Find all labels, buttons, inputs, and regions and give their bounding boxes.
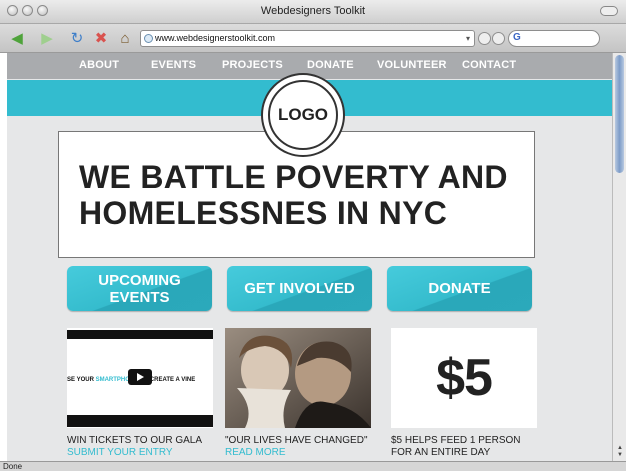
forward-arrow-icon[interactable]: ▶ (38, 29, 56, 47)
stop-icon[interactable]: ✖ (92, 29, 110, 47)
window-titlebar: Webdesigners Toolkit (0, 0, 626, 24)
google-icon: G (513, 32, 521, 43)
url-text: www.webdesignerstoolkit.com (155, 33, 276, 43)
read-more-link[interactable]: READ MORE (225, 447, 368, 459)
nav-item-projects[interactable]: PROJECTS (222, 59, 283, 71)
family-photo (225, 328, 371, 428)
nav-item-donate[interactable]: DONATE (307, 59, 354, 71)
window-title: Webdesigners Toolkit (260, 5, 366, 17)
status-bar: Done (0, 461, 626, 471)
browser-toolbar: ◀ ▶ ↻ ✖ ⌂ www.webdesignerstoolkit.com ▾ … (0, 24, 626, 53)
globe-icon (144, 34, 153, 43)
donate-button[interactable]: DONATE (387, 266, 532, 311)
submit-entry-link[interactable]: SUBMIT YOUR ENTRY (67, 447, 202, 459)
upcoming-events-button[interactable]: UPCOMING EVENTS (67, 266, 212, 311)
chevron-down-icon[interactable]: ▾ (466, 31, 470, 46)
logo-text: LOGO (268, 80, 338, 150)
scrollbar-thumb[interactable] (615, 55, 624, 173)
card-caption-gala: WIN TICKETS TO OUR GALA SUBMIT YOUR ENTR… (67, 435, 202, 459)
reload-icon[interactable]: ↻ (68, 29, 86, 47)
home-icon[interactable]: ⌂ (116, 29, 134, 47)
rss-icon[interactable] (478, 32, 491, 45)
refresh-small-icon[interactable] (492, 32, 505, 45)
get-involved-button[interactable]: GET INVOLVED (227, 266, 372, 311)
card-caption-donation: $5 HELPS FEED 1 PERSON FOR AN ENTIRE DAY (391, 435, 521, 458)
caption-text: WIN TICKETS TO OUR GALA (67, 435, 203, 446)
website-viewport: ABOUT EVENTS PROJECTS DONATE VOLUNTEER C… (7, 53, 612, 461)
address-bar[interactable]: www.webdesignerstoolkit.com ▾ (140, 30, 475, 47)
donation-amount-card: $5 (391, 328, 537, 428)
donation-amount: $5 (436, 349, 493, 407)
nav-item-contact[interactable]: CONTACT (462, 59, 516, 71)
play-icon[interactable] (128, 369, 152, 385)
card-caption-story: "OUR LIVES HAVE CHANGED" READ MORE (225, 435, 368, 459)
photo-graphic (225, 328, 371, 428)
caption-text: "OUR LIVES HAVE CHANGED" (225, 435, 368, 446)
video-bottom-band (67, 415, 213, 427)
scroll-arrows[interactable]: ▲ ▼ (613, 445, 626, 461)
back-arrow-icon[interactable]: ◀ (8, 29, 26, 47)
nav-item-events[interactable]: EVENTS (151, 59, 196, 71)
nav-item-volunteer[interactable]: VOLUNTEER (377, 59, 447, 71)
search-input[interactable]: G (508, 30, 600, 47)
logo[interactable]: LOGO (261, 73, 345, 157)
vertical-scrollbar[interactable]: ▲ ▼ (612, 53, 626, 461)
hero-headline: WE BATTLE POVERTY AND HOMELESSNES IN NYC (79, 159, 508, 231)
toolbar-toggle-button[interactable] (600, 6, 618, 16)
video-top-band (67, 330, 213, 339)
video-thumbnail[interactable]: SE YOUR SMARTPHONE TO CREATE A VINE (67, 328, 213, 428)
nav-item-about[interactable]: ABOUT (79, 59, 119, 71)
